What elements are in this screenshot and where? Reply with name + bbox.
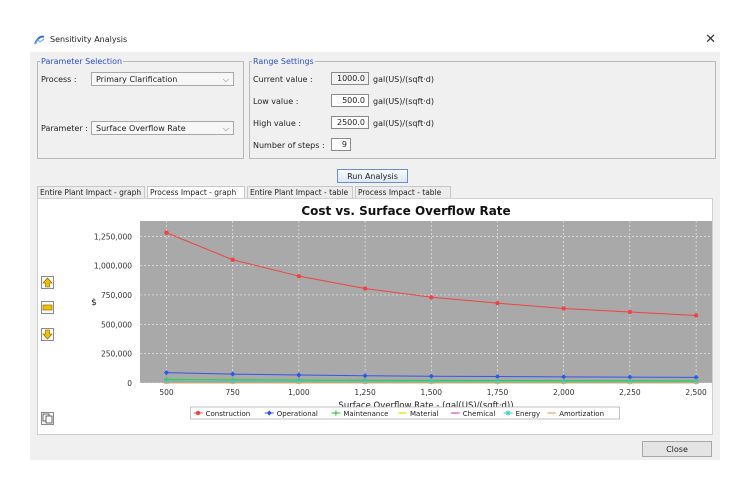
parameter-label: Parameter : (41, 124, 88, 133)
process-dropdown[interactable]: Primary Clarification ⌵ (91, 72, 234, 86)
x-tick-label: 1,250 (354, 388, 376, 397)
high-value-unit: gal(US)/(sqft·d) (373, 119, 434, 128)
data-point-energy (627, 379, 633, 385)
run-analysis-button[interactable]: Run Analysis (337, 169, 408, 183)
y-tick-label: 750,000 (101, 291, 132, 300)
range-settings-legend: Range Settings (253, 57, 314, 66)
data-point-construction (362, 286, 368, 291)
legend-label-construction: Construction (206, 410, 251, 418)
chevron-down-icon: ⌵ (222, 124, 229, 133)
data-point-construction (561, 306, 566, 311)
y-tick-label: 0 (127, 379, 132, 388)
parameter-selection-legend: Parameter Selection (41, 57, 123, 66)
tab-process-graph[interactable]: Process Impact - graph (147, 186, 245, 198)
data-point-construction (693, 313, 699, 318)
current-value-label: Current value : (253, 75, 313, 84)
number-of-steps-input[interactable]: 9 (331, 138, 351, 151)
high-value-input[interactable]: 2500.0 (331, 116, 369, 129)
data-point-energy (495, 379, 500, 385)
data-point-construction (429, 295, 434, 300)
x-tick-label: 500 (159, 388, 174, 397)
high-value-label: High value : (253, 119, 302, 128)
cost-chart: Cost vs. Surface Overflow Rate 0 250,000 50… (91, 204, 712, 420)
legend-label-maintenance: Maintenance (343, 410, 388, 418)
sensitivity-analysis-window: Sensitivity Analysis ✕ Parameter Selecti… (30, 30, 720, 460)
parameter-dropdown[interactable]: Surface Overflow Rate ⌵ (91, 121, 234, 135)
window-close-icon[interactable]: ✕ (705, 32, 716, 47)
data-point-construction (296, 273, 302, 279)
y-tick-label: 1,250,000 (94, 232, 132, 241)
title-bar: Sensitivity Analysis ✕ (30, 30, 720, 52)
data-point-construction (627, 309, 633, 315)
chart-panel: Cost vs. Surface Overflow Rate 0 250,000 50… (37, 198, 713, 435)
process-label: Process : (41, 75, 77, 84)
current-value-unit: gal(US)/(sqft·d) (373, 75, 434, 84)
data-point-energy (561, 379, 567, 385)
data-point-construction (230, 257, 235, 262)
tab-entire-plant-graph[interactable]: Entire Plant Impact - graph (37, 186, 145, 198)
y-tick-label: 250,000 (101, 350, 132, 359)
legend-label-amortization: Amortization (559, 410, 604, 418)
low-value-input[interactable]: 500.0 (331, 94, 369, 107)
tab-process-table[interactable]: Process Impact - table (355, 186, 451, 198)
low-value-unit: gal(US)/(sqft·d) (373, 97, 434, 106)
legend-marker-energy (505, 410, 511, 416)
legend-label-chemical: Chemical (463, 410, 496, 418)
data-point-construction (495, 300, 500, 306)
number-of-steps-label: Number of steps : (253, 141, 325, 150)
window-title: Sensitivity Analysis (50, 35, 128, 44)
legend-label-energy: Energy (516, 410, 541, 418)
y-axis-label: $ (91, 298, 97, 308)
low-value-label: Low value : (253, 97, 299, 106)
x-tick-label: 2,500 (685, 388, 707, 397)
plot-area (140, 221, 712, 383)
chevron-down-icon: ⌵ (222, 75, 229, 84)
data-point-construction (164, 230, 169, 235)
process-dropdown-value: Primary Clarification (96, 75, 178, 84)
x-tick-label: 2,000 (553, 388, 575, 397)
x-tick-label: 1,500 (421, 388, 443, 397)
tab-entire-plant-table[interactable]: Entire Plant Impact - table (247, 186, 353, 198)
legend-label-operational: Operational (277, 410, 318, 418)
y-tick-label: 500,000 (101, 320, 132, 329)
parameter-dropdown-value: Surface Overflow Rate (96, 124, 186, 133)
legend-label-material: Material (410, 410, 438, 418)
sensitivity-icon (34, 35, 45, 45)
data-point-energy (428, 379, 434, 385)
legend-marker-construction (195, 410, 201, 416)
x-tick-label: 1,750 (487, 388, 509, 397)
current-value-field: 1000.0 (331, 72, 369, 85)
y-tick-label: 1,000,000 (94, 262, 132, 271)
close-button[interactable]: Close (642, 441, 712, 457)
x-tick-label: 1,000 (288, 388, 310, 397)
x-tick-label: 750 (226, 388, 241, 397)
data-point-energy (693, 379, 699, 385)
chart-title: Cost vs. Surface Overflow Rate (301, 204, 510, 218)
x-tick-label: 2,250 (619, 388, 641, 397)
